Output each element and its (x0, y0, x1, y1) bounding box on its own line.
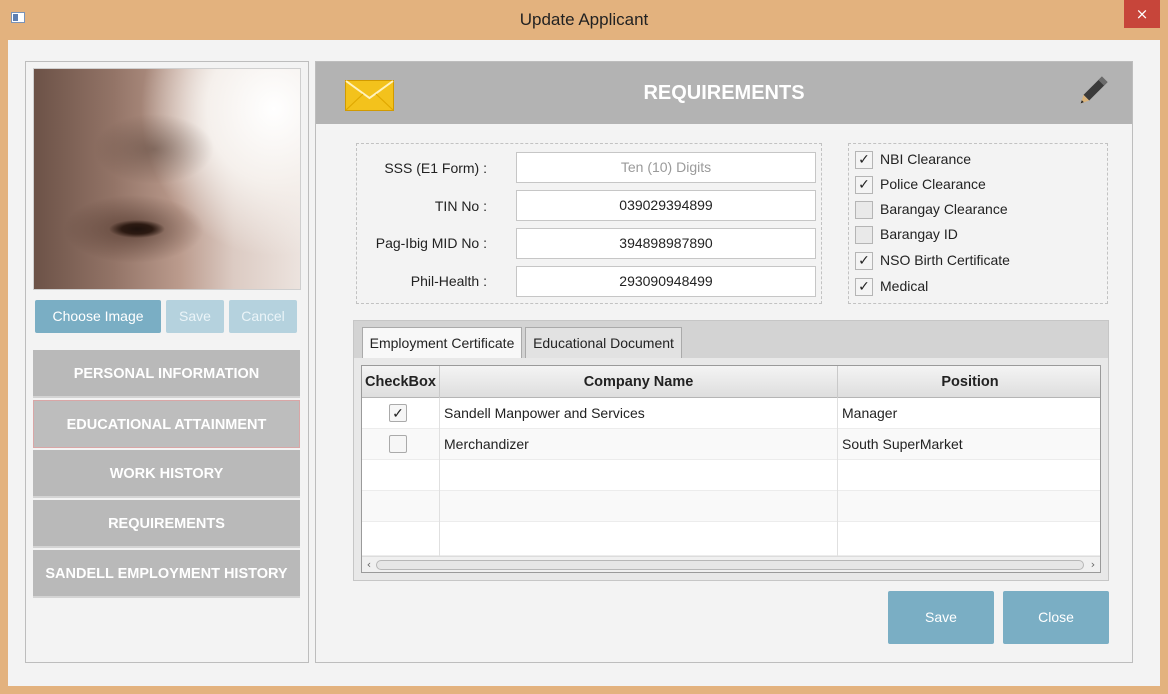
table-row-empty (362, 460, 1100, 491)
table-cell-checkbox: ✓ (362, 398, 440, 429)
requirement-label: NSO Birth Certificate (880, 252, 1010, 268)
scroll-right-icon[interactable]: › (1086, 557, 1100, 572)
table-header: CheckBox Company Name Position (362, 366, 1100, 398)
philhealth-label: Phil-Health : (410, 273, 487, 289)
nav-item-work-history[interactable]: WORK HISTORY (33, 450, 300, 498)
section-header: REQUIREMENTS (316, 62, 1132, 124)
choose-image-button[interactable]: Choose Image (35, 300, 161, 333)
applicant-photo (33, 68, 301, 290)
window-close-button[interactable]: × (1124, 0, 1160, 28)
nav-item-requirements[interactable]: REQUIREMENTS (33, 500, 300, 548)
table-cell-company: Sandell Manpower and Services (440, 398, 838, 429)
scroll-left-icon[interactable]: ‹ (362, 557, 376, 572)
requirement-checkbox[interactable]: ✓ (855, 252, 873, 270)
table-cell-empty (362, 522, 440, 556)
tab-employment-certificate[interactable]: Employment Certificate (362, 327, 522, 358)
requirement-checkbox[interactable]: ✓ (855, 278, 873, 296)
column-header-checkbox[interactable]: CheckBox (362, 366, 440, 398)
employment-certificates-table: CheckBox Company Name Position ✓ Sandell… (361, 365, 1101, 573)
table-cell-checkbox (362, 429, 440, 460)
requirement-label: Barangay ID (880, 226, 958, 242)
column-header-position[interactable]: Position (838, 366, 1100, 398)
table-row[interactable]: ✓ Sandell Manpower and Services Manager (362, 398, 1100, 429)
table-cell-empty (362, 491, 440, 522)
cancel-image-button[interactable]: Cancel (229, 300, 297, 333)
close-button[interactable]: Close (1003, 591, 1109, 644)
nav-item-personal-information[interactable]: PERSONAL INFORMATION (33, 350, 300, 398)
nav-item-sandell-employment-history[interactable]: SANDELL EMPLOYMENT HISTORY (33, 550, 300, 598)
window-title: Update Applicant (519, 10, 649, 29)
sss-field[interactable]: Ten (10) Digits (516, 152, 816, 183)
table-cell-position: Manager (842, 405, 898, 421)
table-cell-position: South SuperMarket (842, 436, 963, 452)
requirement-label: Medical (880, 278, 929, 294)
table-cell-empty (440, 491, 838, 522)
save-button[interactable]: Save (888, 591, 994, 644)
requirement-checkbox[interactable]: ✓ (855, 176, 873, 194)
pagibig-field[interactable]: 394898987890 (516, 228, 816, 259)
table-cell-empty (440, 522, 838, 556)
table-cell-empty (440, 460, 838, 491)
save-image-button[interactable]: Save (166, 300, 224, 333)
horizontal-scrollbar[interactable]: ‹ › (362, 556, 1100, 572)
requirement-label: Barangay Clearance (880, 201, 1008, 217)
table-row-empty (362, 522, 1100, 556)
table-cell-company: Merchandizer (440, 429, 838, 460)
scrollbar-thumb[interactable] (376, 560, 1084, 570)
pagibig-label: Pag-Ibig MID No : (375, 235, 487, 251)
row-checkbox[interactable] (389, 435, 407, 453)
requirement-checkbox[interactable]: ✓ (855, 151, 873, 169)
sss-label: SSS (E1 Form) : (384, 160, 487, 176)
philhealth-field[interactable]: 293090948499 (516, 266, 816, 297)
requirement-checkbox[interactable] (855, 201, 873, 219)
column-header-company-name[interactable]: Company Name (440, 366, 838, 398)
nav-item-educational-attainment[interactable]: EDUCATIONAL ATTAINMENT (33, 400, 300, 448)
tin-field[interactable]: 039029394899 (516, 190, 816, 221)
title-bar: Update Applicant × (0, 0, 1168, 40)
requirement-checkbox[interactable] (855, 226, 873, 244)
pencil-icon[interactable] (1076, 76, 1108, 108)
table-row[interactable]: Merchandizer South SuperMarket (362, 429, 1100, 460)
table-row-empty (362, 491, 1100, 522)
page-title: REQUIREMENTS (643, 82, 805, 104)
requirement-label: NBI Clearance (880, 151, 972, 167)
tin-label: TIN No : (434, 198, 487, 214)
row-checkbox[interactable]: ✓ (389, 404, 407, 422)
table-cell-empty (362, 460, 440, 491)
tab-educational-document[interactable]: Educational Document (525, 327, 682, 358)
requirement-label: Police Clearance (880, 176, 986, 192)
